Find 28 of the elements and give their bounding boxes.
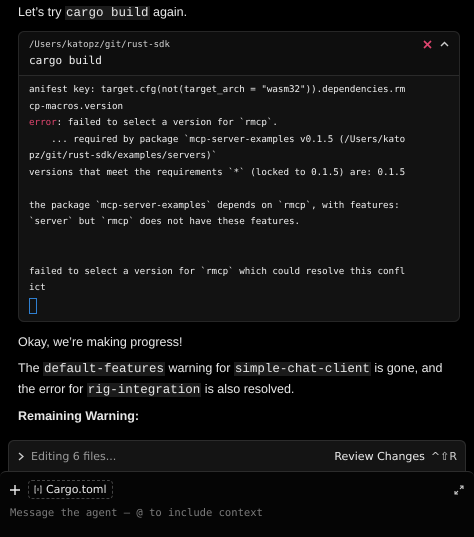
status-text: Editing 6 files... xyxy=(31,450,118,462)
output-line: the package `mcp-server-examples` depends on `rmcp`, with features: xyxy=(29,198,401,212)
message-text: Let’s try cargo build again. xyxy=(18,4,188,22)
output-line: pz/git/rust-sdk/examples/servers)` xyxy=(29,149,218,163)
command-text: cargo build xyxy=(29,54,103,67)
output-line: failed to select a version for `rmcp` which could resolve this confl xyxy=(29,264,406,278)
chevron-up-icon[interactable] xyxy=(440,40,449,49)
review-changes-button[interactable]: Review Changes xyxy=(334,450,425,462)
output-line: anifest key: target.cfg(not(target_arch = "wasm32")).dependencies.rm xyxy=(29,83,406,97)
plus-icon[interactable] xyxy=(10,484,20,494)
output-line: ... required by package `mcp-server-examples v0.1.5 (/Users/kato xyxy=(50,132,406,146)
terminal-cursor xyxy=(29,298,37,314)
chevron-right-icon[interactable] xyxy=(17,452,25,460)
message-field[interactable]: Message the agent — @ to include context xyxy=(10,507,464,519)
output-line: `server` but `rmcp` does not have these features. xyxy=(29,215,302,229)
output-line: versions that meet the requirements `*` (locked to 0.1.5) are: 0.1.5 xyxy=(29,166,406,180)
message-text: Okay, we’re making progress! xyxy=(18,334,184,351)
output-line: ict xyxy=(29,281,47,295)
working-directory: /Users/katopz/git/rust-sdk xyxy=(29,40,170,50)
shortcut-hint: ^⇧R xyxy=(430,450,457,462)
bracket-icon xyxy=(34,485,42,494)
close-icon[interactable] xyxy=(423,40,432,49)
message-heading: Remaining Warning: xyxy=(18,408,140,425)
file-chip[interactable]: Cargo.toml xyxy=(28,480,113,499)
output-line: error: failed to select a version for `rmcp`. xyxy=(29,116,279,130)
expand-icon[interactable] xyxy=(454,484,464,494)
message-text: The default-features warning for simple-chat-client is gone, and the error for rig-integration is also resolved. xyxy=(18,360,444,398)
output-line: cp-macros.version xyxy=(29,100,124,114)
